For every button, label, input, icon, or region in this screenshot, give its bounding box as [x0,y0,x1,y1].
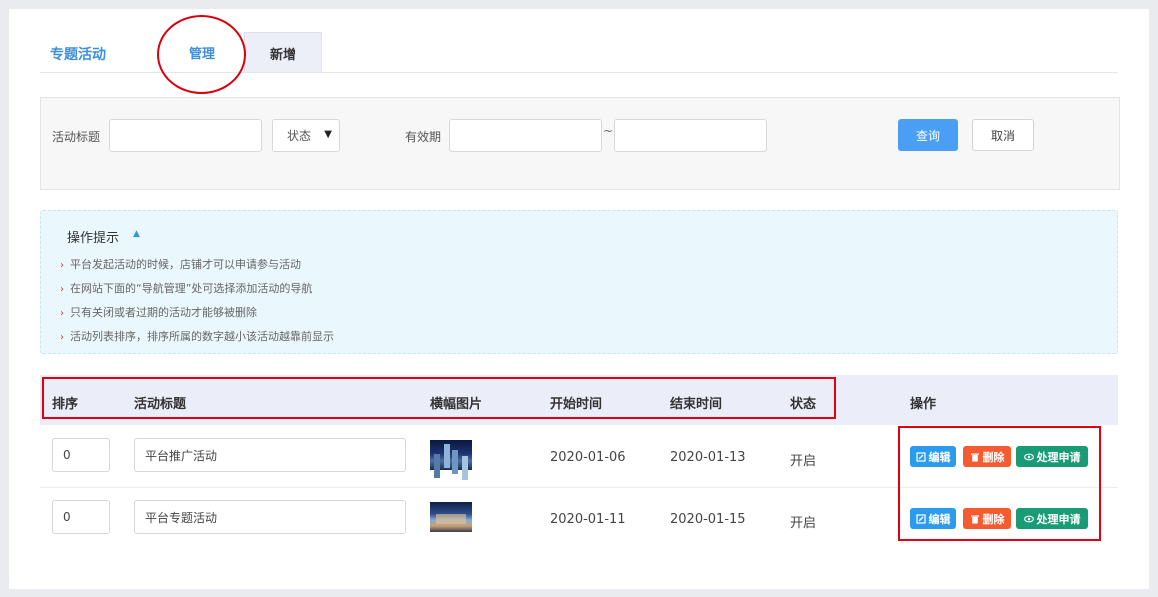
start-date: 2020-01-06 [550,450,626,465]
title-input[interactable]: 平台专题活动 [134,500,406,534]
tab-add[interactable]: 新增 [244,32,322,73]
bullet-icon: › [60,260,64,271]
status-text: 开启 [790,516,817,531]
bullet-icon: › [60,332,64,343]
caret-up-icon[interactable]: ▲ [133,229,140,239]
banner-thumbnail[interactable] [430,502,472,532]
end-date: 2020-01-13 [670,450,746,465]
tips-title[interactable]: 操作提示 [67,227,119,246]
tip-item: › 在网站下面的“导航管理”处可选择添加活动的导航 [60,282,313,295]
sort-input[interactable]: 0 [52,500,110,534]
period-start-input[interactable] [449,119,602,152]
status-select[interactable]: 状态 ▼ [272,119,340,152]
bullet-icon: › [60,284,64,295]
period-label: 有效期 [405,130,442,144]
end-date: 2020-01-15 [670,512,746,527]
sort-input[interactable]: 0 [52,438,110,472]
tip-item: › 平台发起活动的时候，店铺才可以申请参与活动 [60,258,301,271]
banner-thumbnail[interactable] [430,440,472,470]
column-header-actions: 操作 [910,397,937,412]
annotation-circle [157,15,246,94]
page-title: 专题活动 [50,47,106,63]
chevron-down-icon: ▼ [324,129,332,140]
title-filter-label: 活动标题 [52,130,101,144]
title-filter-input[interactable] [109,119,262,152]
period-separator: ~ [603,124,614,138]
cancel-button[interactable]: 取消 [972,119,1034,151]
status-select-value: 状态 [287,129,312,143]
tip-item: › 只有关闭或者过期的活动才能够被删除 [60,306,257,319]
tip-item: › 活动列表排序，排序所属的数字越小该活动越靠前显示 [60,330,334,343]
annotation-rect-header [42,377,836,419]
bullet-icon: › [60,308,64,319]
status-text: 开启 [790,454,817,469]
query-button[interactable]: 查询 [898,119,958,151]
period-end-input[interactable] [614,119,767,152]
start-date: 2020-01-11 [550,512,626,527]
title-input[interactable]: 平台推广活动 [134,438,406,472]
annotation-rect-actions [898,426,1101,541]
